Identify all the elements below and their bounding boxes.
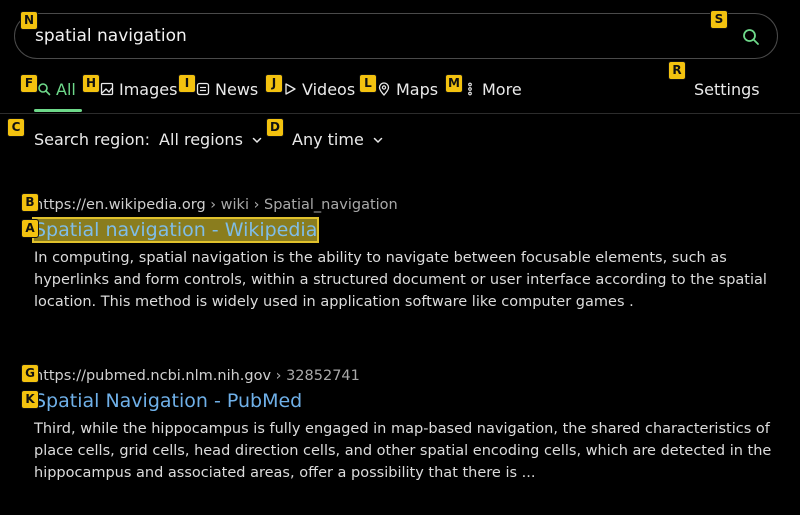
- tab-news[interactable]: News: [196, 77, 258, 101]
- hint-badge-a: A: [21, 219, 39, 238]
- map-pin-icon: [378, 82, 390, 96]
- hint-badge-s: S: [710, 10, 728, 29]
- hint-badge-i: I: [178, 74, 196, 93]
- search-icon: [38, 83, 51, 96]
- tab-maps[interactable]: Maps: [377, 77, 438, 101]
- tab-label: More: [482, 79, 522, 99]
- result-breadcrumb: › 32852741: [271, 368, 360, 384]
- hint-badge-g: G: [21, 364, 39, 383]
- tab-label: Maps: [396, 79, 439, 99]
- tab-videos[interactable]: Videos: [283, 77, 355, 101]
- region-label: Search region:: [34, 130, 151, 149]
- tab-all[interactable]: All: [37, 77, 76, 101]
- tab-label: All: [56, 79, 76, 99]
- result-domain: https://pubmed.ncbi.nlm.nih.gov: [34, 368, 272, 384]
- search-icon: [743, 29, 759, 45]
- hint-badge-f: F: [20, 74, 38, 93]
- hint-badge-k: K: [21, 390, 39, 409]
- result-snippet: Third, while the hippocampus is fully en…: [34, 421, 772, 481]
- chevron-down-icon: [373, 137, 383, 143]
- hint-badge-b: B: [21, 193, 39, 212]
- search-input[interactable]: spatial navigation: [35, 26, 187, 46]
- search-result: https://pubmed.ncbi.nlm.nih.gov › 328527…: [34, 368, 774, 484]
- time-filter[interactable]: Any time: [292, 130, 384, 149]
- hint-badge-h: H: [82, 74, 100, 93]
- result-domain: https://en.wikipedia.org: [34, 197, 206, 213]
- hint-badge-r: R: [668, 61, 686, 80]
- chevron-down-icon: [252, 137, 262, 143]
- divider: [0, 113, 800, 114]
- result-title-link[interactable]: Spatial navigation - Wikipedia: [31, 217, 320, 243]
- settings-link[interactable]: Settings: [694, 77, 760, 101]
- result-title-link[interactable]: Spatial Navigation - PubMed: [34, 390, 774, 412]
- settings-label: Settings: [694, 79, 760, 99]
- news-icon: [196, 82, 210, 96]
- search-result: https://en.wikipedia.org › wiki › Spatia…: [31, 197, 774, 313]
- hint-badge-l: L: [359, 74, 377, 93]
- hint-badge-j: J: [265, 74, 283, 93]
- tab-label: News: [215, 79, 259, 99]
- region-value: All regions: [159, 130, 243, 149]
- play-icon: [285, 83, 296, 95]
- tab-images[interactable]: Images: [100, 77, 177, 101]
- tab-label: Videos: [302, 79, 356, 99]
- image-icon: [100, 82, 114, 96]
- search-button[interactable]: [741, 27, 761, 47]
- result-breadcrumb: › wiki › Spatial_navigation: [205, 197, 398, 213]
- active-tab-indicator: [34, 109, 82, 112]
- result-snippet: In computing, spatial navigation is the …: [34, 250, 767, 310]
- search-filters: Search region: All regions Any time: [0, 124, 800, 154]
- hint-badge-m: M: [445, 74, 463, 93]
- result-url[interactable]: https://pubmed.ncbi.nlm.nih.gov › 328527…: [34, 368, 774, 384]
- hint-badge-d: D: [266, 118, 284, 137]
- time-value: Any time: [292, 130, 364, 149]
- region-filter[interactable]: Search region: All regions: [34, 130, 263, 149]
- tab-more[interactable]: More: [463, 77, 522, 101]
- result-url[interactable]: https://en.wikipedia.org › wiki › Spatia…: [34, 197, 774, 213]
- hint-badge-c: C: [7, 118, 25, 137]
- search-bar: spatial navigation: [14, 13, 778, 59]
- hint-badge-n: N: [20, 11, 38, 30]
- tab-label: Images: [119, 79, 178, 99]
- more-vertical-icon: [468, 82, 472, 96]
